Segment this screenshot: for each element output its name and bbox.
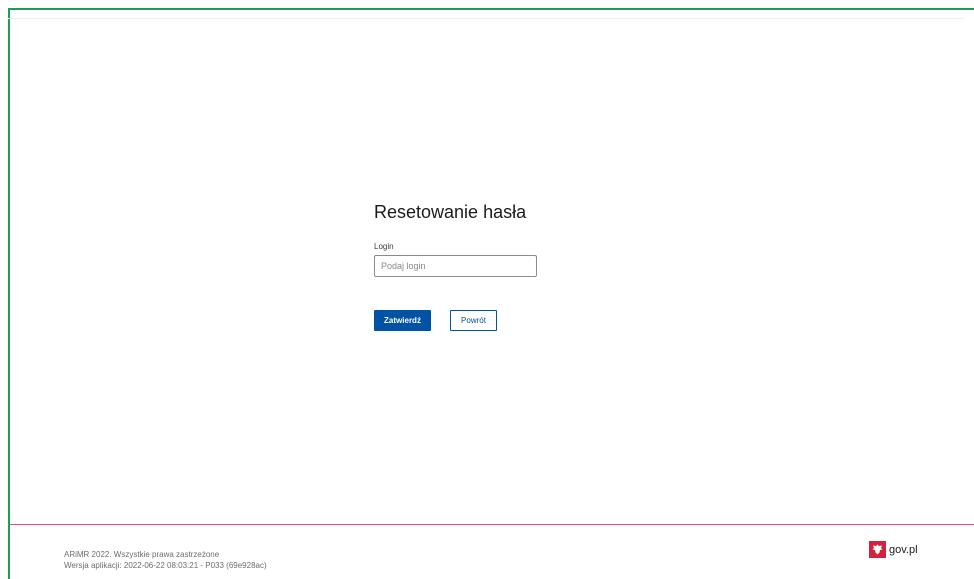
submit-button[interactable]: Zatwierdź [374, 310, 431, 331]
gov-pl-text: gov.pl [889, 543, 918, 556]
back-button[interactable]: Powrót [450, 310, 497, 331]
gov-pl-logo[interactable]: gov.pl [869, 541, 918, 558]
top-bar [8, 10, 964, 19]
copyright-text: ARiMR 2022. Wszystkie prawa zastrzeżone [64, 550, 220, 559]
login-input[interactable] [374, 255, 537, 277]
app-version-text: Wersja aplikacji: 2022-06-22 08:03:21 - … [64, 561, 267, 570]
page-title: Resetowanie hasła [374, 202, 527, 222]
footer-divider [10, 524, 974, 525]
form-actions: Zatwierdź Powrót [374, 310, 634, 331]
footer-info: ARiMR 2022. Wszystkie prawa zastrzeżone … [64, 549, 267, 571]
polish-eagle-icon [869, 541, 886, 558]
login-label: Login [374, 242, 394, 251]
reset-password-form: Resetowanie hasła Login Zatwierdź Powrót [374, 202, 634, 331]
